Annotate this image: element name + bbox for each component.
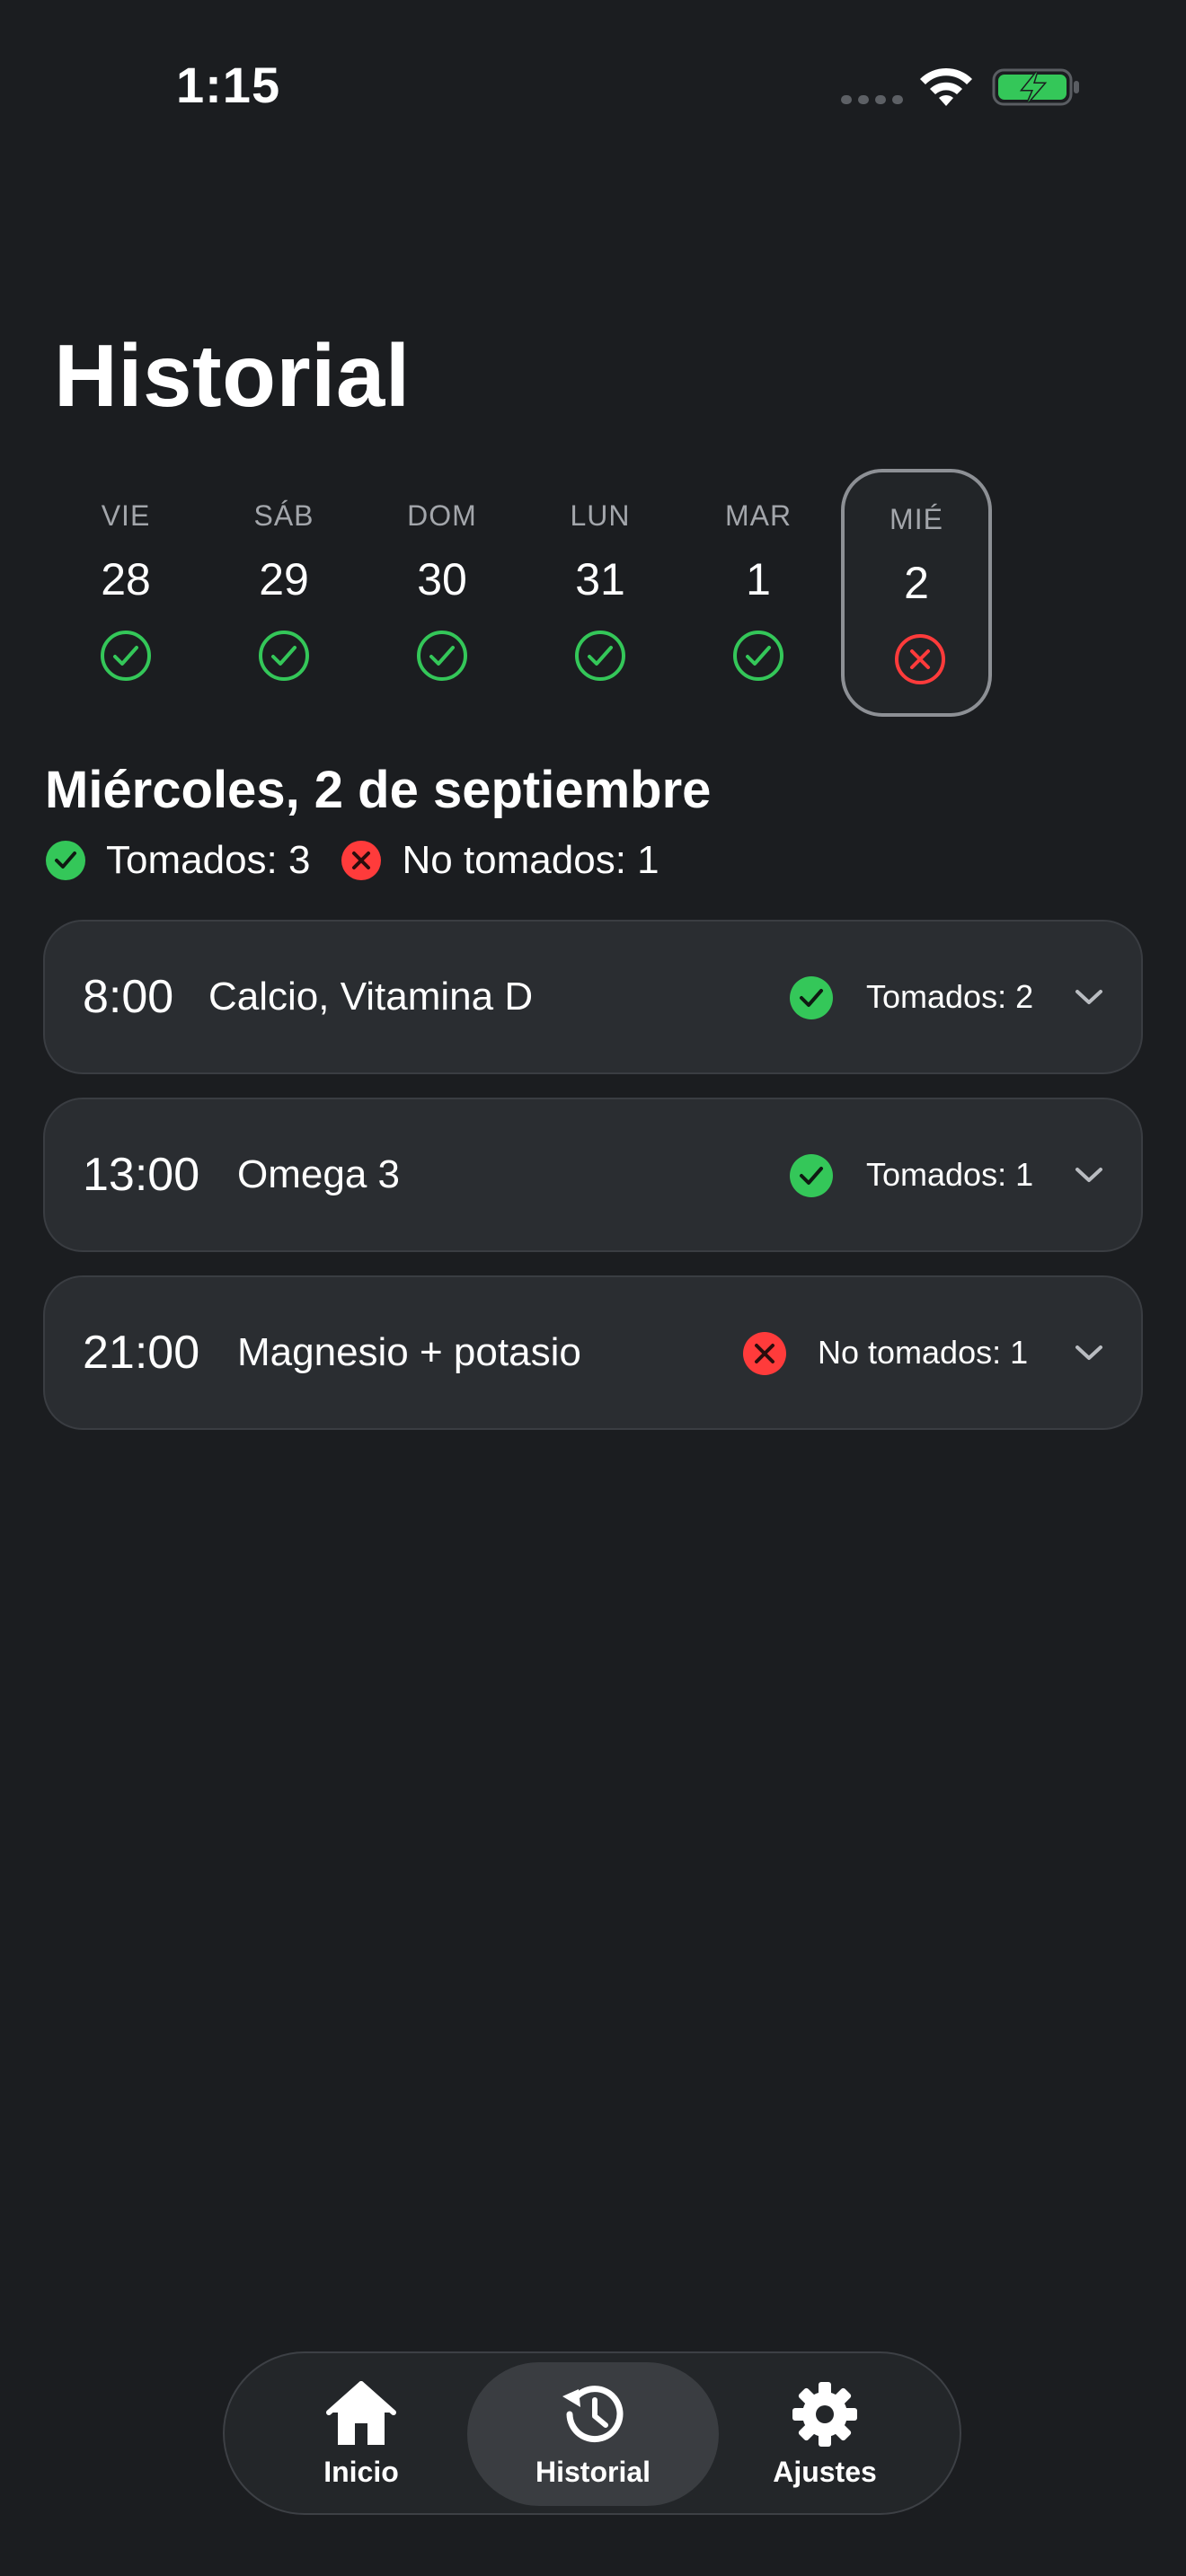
tab-bar: Inicio Historial Ajustes xyxy=(223,2351,961,2515)
battery-charging-icon xyxy=(992,68,1079,106)
missed-x-icon xyxy=(743,1332,786,1375)
dose-time: 21:00 xyxy=(83,1327,200,1379)
day-number: 30 xyxy=(417,554,467,604)
dose-status-text: No tomados: 1 xyxy=(818,1334,1029,1371)
day-29[interactable]: SÁB 29 xyxy=(208,469,359,717)
day-abbr: VIE xyxy=(101,499,151,532)
missed-x-icon xyxy=(895,634,945,684)
gear-icon xyxy=(792,2382,857,2447)
taken-check-icon xyxy=(259,631,309,681)
dose-card[interactable]: 21:00 Magnesio + potasio No tomados: 1 xyxy=(43,1275,1143,1430)
taken-check-icon xyxy=(46,841,85,880)
status-bar: 1:15 xyxy=(0,0,1186,180)
dose-time: 8:00 xyxy=(83,971,174,1023)
day-1[interactable]: MAR 1 xyxy=(683,469,834,717)
chevron-down-icon[interactable] xyxy=(1073,1338,1105,1367)
missed-x-icon xyxy=(341,841,382,880)
taken-check-icon xyxy=(733,631,783,681)
day-number: 28 xyxy=(101,554,151,604)
dose-name: Magnesio + potasio xyxy=(237,1330,581,1374)
taken-check-icon xyxy=(790,1154,833,1197)
day-number: 2 xyxy=(904,558,929,608)
tab-inicio[interactable]: Inicio xyxy=(235,2362,487,2506)
missed-summary: No tomados: 1 xyxy=(402,838,659,882)
day-28[interactable]: VIE 28 xyxy=(50,469,201,717)
chevron-down-icon[interactable] xyxy=(1073,1160,1105,1189)
dose-card[interactable]: 13:00 Omega 3 Tomados: 1 xyxy=(43,1098,1143,1252)
status-time: 1:15 xyxy=(176,57,281,113)
taken-check-icon xyxy=(101,631,151,681)
dose-name: Omega 3 xyxy=(237,1152,400,1196)
day-31[interactable]: LUN 31 xyxy=(525,469,676,717)
taken-summary: Tomados: 3 xyxy=(106,838,311,882)
selected-day-heading: Miércoles, 2 de septiembre xyxy=(45,761,712,819)
day-strip: VIE 28 SÁB 29 DOM 30 LUN 31 MAR 1 MIÉ 2 xyxy=(50,469,996,717)
dose-name: Calcio, Vitamina D xyxy=(208,975,534,1019)
day-2[interactable]: MIÉ 2 xyxy=(841,469,992,717)
tab-label: Inicio xyxy=(323,2456,399,2488)
day-number: 1 xyxy=(746,554,771,604)
day-abbr: LUN xyxy=(570,499,631,532)
history-icon xyxy=(562,2386,624,2443)
tab-historial[interactable]: Historial xyxy=(467,2362,719,2506)
day-abbr: MAR xyxy=(724,499,792,532)
day-number: 29 xyxy=(259,554,309,604)
taken-check-icon xyxy=(575,631,625,681)
wifi-icon xyxy=(920,67,972,106)
taken-check-icon xyxy=(790,976,833,1019)
dose-card[interactable]: 8:00 Calcio, Vitamina D Tomados: 2 xyxy=(43,920,1143,1074)
day-abbr: SÁB xyxy=(253,499,314,532)
day-abbr: DOM xyxy=(407,499,477,532)
day-number: 31 xyxy=(575,554,625,604)
day-summary: Tomados: 3 No tomados: 1 xyxy=(45,835,659,886)
tab-ajustes[interactable]: Ajustes xyxy=(699,2362,951,2506)
day-abbr: MIÉ xyxy=(890,503,943,535)
tab-label: Ajustes xyxy=(773,2456,877,2488)
taken-check-icon xyxy=(417,631,467,681)
page-title: Historial xyxy=(54,326,411,425)
day-30[interactable]: DOM 30 xyxy=(367,469,518,717)
tab-label: Historial xyxy=(535,2456,651,2488)
dose-status-text: Tomados: 2 xyxy=(866,978,1034,1015)
dose-status-text: Tomados: 1 xyxy=(866,1156,1034,1193)
dose-time: 13:00 xyxy=(83,1149,200,1201)
home-icon xyxy=(326,2381,396,2445)
chevron-down-icon[interactable] xyxy=(1073,983,1105,1011)
cellular-signal-icon xyxy=(841,95,903,104)
